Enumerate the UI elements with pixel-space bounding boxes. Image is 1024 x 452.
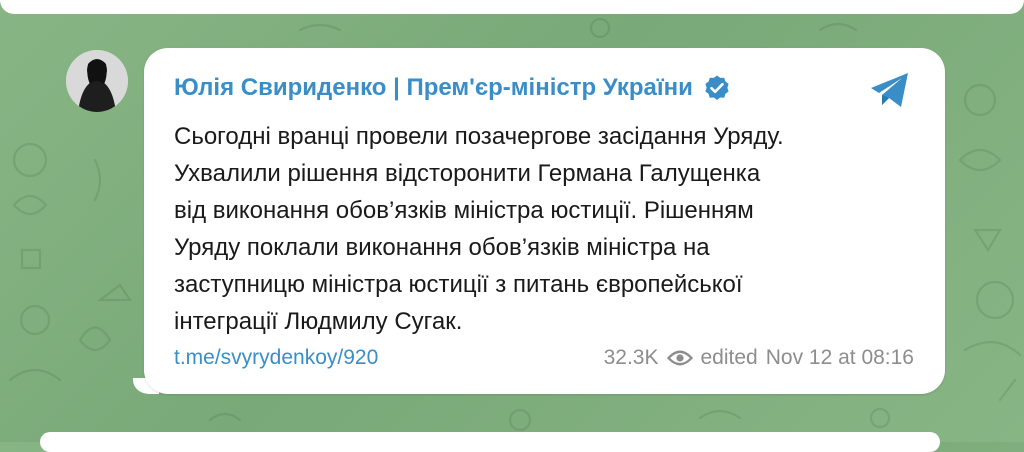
message-line: Ухвалили рішення відсторонити Германа Га…	[174, 160, 761, 187]
message-line: Сьогодні вранці провели позачергове засі…	[174, 123, 784, 150]
message-line: заступницю міністра юстиції з питань євр…	[174, 271, 743, 298]
message-meta: 32.3K edited Nov 12 at 08:16	[604, 346, 914, 370]
telegram-plane-icon[interactable]	[868, 68, 912, 112]
verified-badge-icon	[705, 75, 729, 100]
message-text: Сьогодні вранці провели позачергове засі…	[174, 118, 919, 340]
post-date: Nov 12 at 08:16	[765, 346, 914, 369]
channel-avatar[interactable]	[66, 50, 128, 112]
message-bubble: Юлія Свириденко | Прем'єр-міністр Україн…	[144, 48, 945, 394]
next-message-bubble	[40, 432, 940, 452]
previous-message-bubble	[0, 0, 1024, 14]
post-link[interactable]: t.me/svyrydenkoy/920	[174, 346, 378, 370]
message-line: інтеграції Людмилу Сугак.	[174, 308, 463, 335]
message-line: від виконання обов’язків міністра юстиці…	[174, 197, 754, 224]
avatar-photo	[66, 50, 128, 112]
channel-author[interactable]: Юлія Свириденко | Прем'єр-міністр Україн…	[174, 72, 731, 104]
message-footer: t.me/svyrydenkoy/920 32.3K edited Nov 12…	[174, 346, 914, 376]
edited-label: edited	[700, 346, 758, 369]
author-name[interactable]: Юлія Свириденко | Прем'єр-міністр Україн…	[174, 74, 693, 102]
view-count: 32.3K	[603, 346, 659, 369]
eye-icon	[666, 350, 693, 366]
message-line: Уряду поклали виконання обов’язків мініс…	[174, 234, 710, 261]
